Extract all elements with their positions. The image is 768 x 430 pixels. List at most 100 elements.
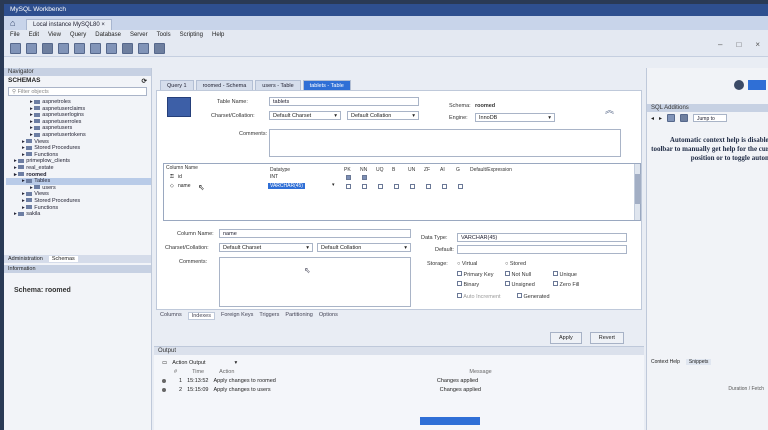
table-comments-input[interactable] — [269, 129, 621, 157]
datatype-input[interactable]: VARCHAR(45) — [457, 233, 627, 242]
home-icon[interactable]: ⌂ — [10, 18, 20, 28]
tree-item[interactable]: ▸ sakila — [6, 211, 151, 218]
ai-checkbox[interactable] — [442, 184, 447, 189]
gear-icon[interactable] — [734, 80, 744, 90]
tree-item[interactable]: ▸ Functions — [6, 152, 151, 159]
primary-key-checkbox[interactable]: Primary Key — [457, 271, 493, 278]
table-row[interactable]: ⚿ id INT — [166, 174, 632, 182]
close-window-icon[interactable]: × — [755, 40, 760, 49]
grid-scrollbar[interactable] — [634, 164, 641, 220]
uq-checkbox[interactable] — [378, 184, 383, 189]
tab-indexes[interactable]: Indexes — [187, 312, 215, 320]
output-scroll-thumb[interactable] — [420, 417, 480, 425]
menu-help[interactable]: Help — [212, 32, 224, 39]
unique-checkbox[interactable]: Unique — [553, 271, 577, 278]
create-procedure-icon[interactable] — [106, 43, 117, 54]
un-checkbox[interactable] — [410, 184, 415, 189]
apply-button[interactable]: Apply — [550, 332, 582, 344]
g-checkbox[interactable] — [458, 184, 463, 189]
unsigned-checkbox[interactable]: Unsigned — [505, 281, 535, 288]
nn-checkbox[interactable] — [362, 175, 367, 180]
nn-checkbox[interactable] — [362, 184, 367, 189]
tab-query-1[interactable]: Query 1 — [160, 80, 194, 90]
zf-checkbox[interactable] — [426, 184, 431, 189]
column-collation-select[interactable]: Default Collation ▾ — [317, 243, 411, 252]
b-checkbox[interactable] — [394, 184, 399, 189]
menu-edit[interactable]: Edit — [29, 32, 39, 39]
create-view-icon[interactable] — [90, 43, 101, 54]
auto-help-icon[interactable] — [667, 114, 676, 122]
search-table-data-icon[interactable] — [138, 43, 149, 54]
chevron-down-icon[interactable]: ▾ — [332, 182, 335, 188]
create-table-icon[interactable] — [74, 43, 85, 54]
table-row[interactable]: 2 15:15:09 Apply changes to users Change… — [154, 385, 644, 394]
tree-item[interactable]: ▸ roomed — [6, 172, 151, 179]
auto-increment-checkbox[interactable]: Auto Increment — [457, 293, 501, 300]
column-name-input[interactable]: name — [219, 229, 411, 238]
tab-roomed-schema[interactable]: roomed - Schema — [195, 80, 254, 90]
back-icon[interactable]: ◂ — [651, 115, 654, 122]
tab-schemas[interactable]: Schemas — [48, 256, 78, 262]
toggle-sidebar-icon[interactable] — [748, 80, 766, 90]
filter-objects-input[interactable]: ⚲ Filter objects — [8, 87, 147, 96]
menu-server[interactable]: Server — [130, 32, 148, 39]
table-name-input[interactable]: tablets — [269, 97, 419, 106]
virtual-radio[interactable]: ○ Virtual — [457, 261, 477, 267]
menu-query[interactable]: Query — [70, 32, 86, 39]
refresh-icon[interactable]: ⟳ — [142, 77, 147, 85]
column-charset-select[interactable]: Default Charset ▾ — [219, 243, 313, 252]
new-sql-tab-icon[interactable] — [10, 43, 21, 54]
open-sql-script-icon[interactable] — [26, 43, 37, 54]
tree-item[interactable]: ▸ aspnetusers — [6, 125, 151, 132]
zero-fill-checkbox[interactable]: Zero Fill — [553, 281, 579, 288]
tree-item[interactable]: ▸ aspnetuserroles — [6, 119, 151, 126]
pk-checkbox[interactable] — [346, 175, 351, 180]
manual-help-icon[interactable] — [680, 114, 689, 122]
table-row[interactable]: 1 15:13:52 Apply changes to roomed Chang… — [154, 376, 644, 385]
tab-options[interactable]: Options — [319, 312, 338, 320]
connection-tab[interactable]: Local instance MySQL80 × — [26, 19, 112, 30]
collapse-icon[interactable]: ︽ — [605, 103, 614, 116]
forward-icon[interactable]: ▸ — [659, 115, 662, 122]
tab-columns[interactable]: Columns — [160, 312, 182, 320]
tree-item[interactable]: ▸ Stored Procedures — [6, 145, 151, 152]
tab-partitioning[interactable]: Partitioning — [285, 312, 313, 320]
output-selector[interactable]: ▭ Action Output ▾ — [154, 358, 644, 367]
pk-checkbox[interactable] — [346, 184, 351, 189]
tab-tablets-table[interactable]: tablets - Table — [302, 80, 351, 90]
close-tab-icon[interactable]: × — [101, 22, 105, 28]
tree-item[interactable]: ▸ aspnetuserlogins — [6, 112, 151, 119]
tree-item[interactable]: ▸ Stored Procedures — [6, 198, 151, 205]
create-function-icon[interactable] — [122, 43, 133, 54]
tree-item[interactable]: ▸ users — [6, 185, 151, 192]
collation-select[interactable]: Default Collation ▾ — [347, 111, 419, 120]
tab-administration[interactable]: Administration — [8, 256, 43, 262]
tab-triggers[interactable]: Triggers — [259, 312, 279, 320]
tree-item[interactable]: ▸ Views — [6, 191, 151, 198]
tab-context-help[interactable]: Context Help — [651, 359, 680, 365]
tree-item[interactable]: ▸ aspnetroles — [6, 99, 151, 106]
default-input[interactable] — [457, 245, 627, 254]
tree-item[interactable]: ▸ real_estate — [6, 165, 151, 172]
menu-file[interactable]: File — [10, 32, 20, 39]
open-inspector-icon[interactable] — [42, 43, 53, 54]
charset-select[interactable]: Default Charset ▾ — [269, 111, 341, 120]
reconnect-icon[interactable] — [154, 43, 165, 54]
not-null-checkbox[interactable]: Not Null — [505, 271, 531, 278]
menu-database[interactable]: Database — [95, 32, 121, 39]
jump-to-select[interactable]: Jump to — [693, 114, 728, 122]
maximize-icon[interactable]: □ — [736, 40, 741, 49]
tree-item[interactable]: ▸ Tables — [6, 178, 151, 185]
tab-users-table[interactable]: users - Table — [255, 80, 301, 90]
table-row[interactable]: ◇ name ⇖ VARCHAR(45) ▾ — [166, 182, 632, 192]
binary-checkbox[interactable]: Binary — [457, 281, 479, 288]
tree-item[interactable]: ▸ Views — [6, 139, 151, 146]
tree-item[interactable]: ▸ aspnetuserclaims — [6, 106, 151, 113]
tree-item[interactable]: ▸ aspnetusertokens — [6, 132, 151, 139]
create-schema-icon[interactable] — [58, 43, 69, 54]
menu-scripting[interactable]: Scripting — [180, 32, 203, 39]
generated-checkbox[interactable]: Generated — [517, 293, 550, 300]
menu-view[interactable]: View — [48, 32, 61, 39]
column-comments-input[interactable]: ⇖ — [219, 257, 411, 307]
minimize-icon[interactable]: – — [718, 40, 722, 49]
